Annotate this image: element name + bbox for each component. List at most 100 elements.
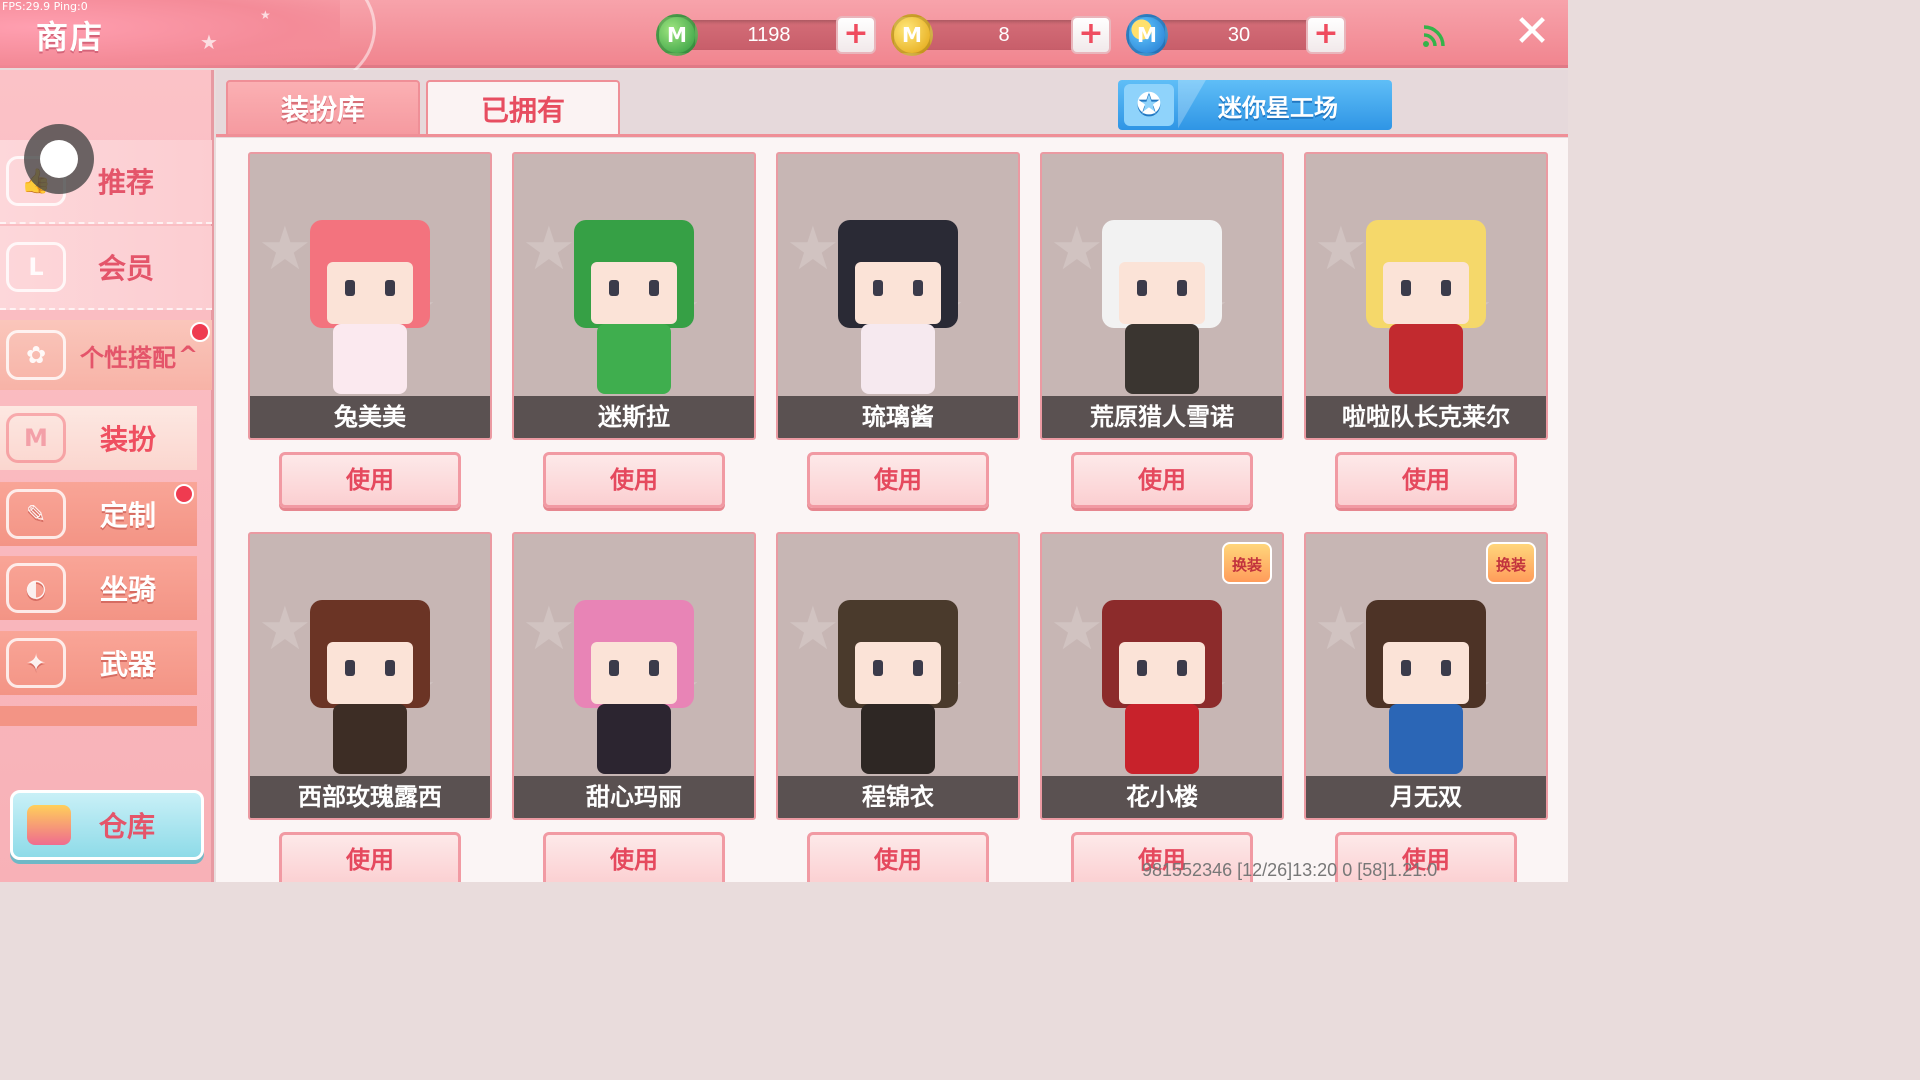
background-star-icon: ★ bbox=[258, 214, 312, 284]
character-avatar bbox=[833, 184, 963, 394]
sidebar-item-outfit[interactable]: M 装扮 bbox=[0, 406, 197, 470]
avatar-eye bbox=[649, 660, 659, 676]
avatar-body bbox=[1125, 704, 1199, 774]
background-star-icon: ★ bbox=[522, 214, 576, 284]
background-star-icon: ★ bbox=[786, 214, 840, 284]
outfit-card[interactable]: ★★西部玫瑰露西 bbox=[248, 532, 492, 820]
avatar-body bbox=[1389, 704, 1463, 774]
outfit-name: 兔美美 bbox=[250, 396, 490, 438]
currency-value: 30 bbox=[1227, 24, 1251, 46]
outfit-card[interactable]: ★★啦啦队长克莱尔 bbox=[1304, 152, 1548, 440]
avatar-eye bbox=[913, 660, 923, 676]
outfit-card[interactable]: ★★程锦衣 bbox=[776, 532, 1020, 820]
avatar-eye bbox=[385, 280, 395, 296]
avatar-body bbox=[597, 324, 671, 394]
sidebar-item-label: 会员 bbox=[98, 252, 155, 285]
use-button[interactable]: 使用 bbox=[1335, 452, 1517, 508]
warehouse-button[interactable]: 仓库 bbox=[10, 790, 204, 860]
sidebar-item-personal-style[interactable]: ✿ 个性搭配 ^ bbox=[0, 320, 212, 390]
outfit-card[interactable]: ★★月无双换装 bbox=[1304, 532, 1548, 820]
character-avatar bbox=[1361, 184, 1491, 394]
sidebar-item-partial bbox=[0, 706, 197, 726]
outfit-card[interactable]: ★★荒原猎人雪诺 bbox=[1040, 152, 1284, 440]
avatar-eye bbox=[913, 280, 923, 296]
chevron-decoration bbox=[1178, 80, 1218, 130]
character-avatar bbox=[833, 564, 963, 774]
avatar-body bbox=[1125, 324, 1199, 394]
tab-owned[interactable]: 已拥有 bbox=[426, 80, 620, 136]
add-mini-bean-button[interactable]: + bbox=[836, 16, 876, 54]
top-bar: ★ ★ FPS:29.9 Ping:0 商店 M 1198 + M 8 + M … bbox=[0, 0, 1568, 96]
avatar-face bbox=[327, 262, 413, 324]
currency-value: 1198 bbox=[747, 24, 791, 46]
star-decoration-icon: ★ bbox=[260, 8, 271, 22]
sidebar-item-vip[interactable]: L 会员 bbox=[0, 226, 212, 310]
notification-dot bbox=[174, 484, 194, 504]
star-icon: ✪ bbox=[1124, 84, 1174, 126]
touch-cursor bbox=[24, 124, 94, 194]
use-button[interactable]: 使用 bbox=[279, 452, 461, 508]
tab-outfit-library[interactable]: 装扮库 bbox=[226, 80, 420, 136]
notification-dot bbox=[190, 322, 210, 342]
sidebar-item-mount[interactable]: ◐ 坐骑 bbox=[0, 556, 197, 620]
sidebar-item-label: 坐骑 bbox=[100, 573, 157, 606]
avatar-body bbox=[333, 704, 407, 774]
use-button[interactable]: 使用 bbox=[1071, 452, 1253, 508]
avatar-face bbox=[591, 642, 677, 704]
avatar-eye bbox=[609, 660, 619, 676]
background-star-icon: ★ bbox=[1314, 594, 1368, 664]
avatar-body bbox=[597, 704, 671, 774]
sidebar: 👍 推荐 L 会员 ✿ 个性搭配 ^ M 装扮 ✎ 定制 ◐ 坐骑 ✦ 武器 仓… bbox=[0, 70, 214, 882]
background-star-icon: ★ bbox=[522, 594, 576, 664]
add-mini-point-button[interactable]: + bbox=[1306, 16, 1346, 54]
avatar-eye bbox=[873, 660, 883, 676]
use-button[interactable]: 使用 bbox=[543, 832, 725, 882]
avatar-eye bbox=[1177, 280, 1187, 296]
avatar-face bbox=[855, 642, 941, 704]
avatar-body bbox=[1389, 324, 1463, 394]
character-avatar bbox=[569, 564, 699, 774]
mini-workshop-button[interactable]: ✪ 迷你星工场 bbox=[1118, 80, 1392, 130]
close-button[interactable]: ✕ bbox=[1510, 10, 1554, 56]
signal-icon bbox=[1423, 25, 1445, 47]
add-mini-coin-button[interactable]: + bbox=[1071, 16, 1111, 54]
outfit-name: 琉璃酱 bbox=[778, 396, 1018, 438]
page-title: 商店 bbox=[36, 18, 105, 56]
style-icon: ✿ bbox=[6, 330, 66, 380]
use-button[interactable]: 使用 bbox=[543, 452, 725, 508]
outfit-name: 迷斯拉 bbox=[514, 396, 754, 438]
sidebar-item-custom[interactable]: ✎ 定制 bbox=[0, 482, 197, 546]
use-button[interactable]: 使用 bbox=[807, 832, 989, 882]
avatar-eye bbox=[385, 660, 395, 676]
pencil-icon: ✎ bbox=[6, 489, 66, 539]
outfit-name: 花小楼 bbox=[1042, 776, 1282, 818]
owned-outfit-grid: ★ ★ 兔美美使用 ★ ★ 迷斯拉使用 ★ ★ 琉璃酱使用 ★ ★ 荒原猎人雪诺使用 ★ ★ 啦啦队长克莱尔… bbox=[216, 138, 1568, 882]
shirt-icon: M bbox=[6, 413, 66, 463]
outfit-card[interactable]: ★★甜心玛丽 bbox=[512, 532, 756, 820]
avatar-eye bbox=[345, 280, 355, 296]
outfit-card[interactable]: ★★兔美美 bbox=[248, 152, 492, 440]
sidebar-item-weapon[interactable]: ✦ 武器 bbox=[0, 631, 197, 695]
background-star-icon: ★ bbox=[1050, 214, 1104, 284]
outfit-card[interactable]: ★★琉璃酱 bbox=[776, 152, 1020, 440]
sidebar-item-label: 装扮 bbox=[100, 423, 157, 456]
use-button[interactable]: 使用 bbox=[279, 832, 461, 882]
outfit-card[interactable]: ★★迷斯拉 bbox=[512, 152, 756, 440]
avatar-eye bbox=[873, 280, 883, 296]
sidebar-item-label: 定制 bbox=[100, 499, 157, 532]
character-avatar bbox=[569, 184, 699, 394]
exchange-badge: 换装 bbox=[1222, 542, 1272, 584]
character-avatar bbox=[1097, 184, 1227, 394]
avatar-face bbox=[1119, 642, 1205, 704]
build-info: 981552346 [12/26]13:20 0 [58]1.21.0 bbox=[1142, 860, 1438, 880]
background-star-icon: ★ bbox=[258, 594, 312, 664]
sidebar-item-label: 推荐 bbox=[98, 166, 155, 199]
avatar-eye bbox=[1441, 280, 1451, 296]
gun-icon: ✦ bbox=[6, 638, 66, 688]
outfit-name: 程锦衣 bbox=[778, 776, 1018, 818]
use-button[interactable]: 使用 bbox=[807, 452, 989, 508]
outfit-name: 啦啦队长克莱尔 bbox=[1306, 396, 1546, 438]
avatar-face bbox=[855, 262, 941, 324]
outfit-card[interactable]: ★★花小楼换装 bbox=[1040, 532, 1284, 820]
avatar-body bbox=[333, 324, 407, 394]
